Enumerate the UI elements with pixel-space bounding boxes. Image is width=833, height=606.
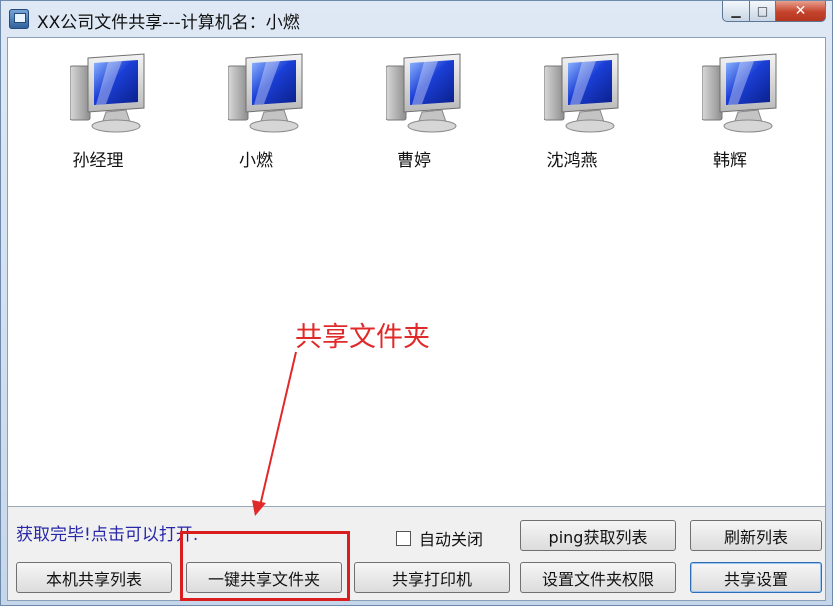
one-click-share-folder-button[interactable]: 一键共享文件夹	[186, 562, 342, 593]
app-window: XX公司文件共享---计算机名：小燃 ▁ □ ✕ 孙经理 小燃 曹婷 沈鸿燕 韩…	[0, 0, 833, 606]
close-button[interactable]: ✕	[776, 1, 826, 22]
title-bar[interactable]: XX公司文件共享---计算机名：小燃 ▁ □ ✕	[1, 1, 832, 37]
maximize-icon: □	[756, 4, 769, 18]
app-icon	[9, 9, 29, 29]
computer-item[interactable]: 曹婷	[364, 52, 464, 172]
computer-name: 孙经理	[72, 151, 124, 171]
maximize-button[interactable]: □	[750, 1, 776, 22]
auto-close-label: 自动关闭	[419, 530, 484, 549]
share-settings-button[interactable]: 共享设置	[690, 562, 822, 593]
window-controls: ▁ □ ✕	[722, 1, 826, 23]
computer-icon	[228, 53, 303, 133]
annotation-label: 共享文件夹	[295, 322, 430, 353]
share-printer-button[interactable]: 共享打印机	[354, 562, 510, 593]
computer-item[interactable]: 沈鸿燕	[522, 52, 622, 172]
computer-name: 小燃	[239, 151, 273, 171]
computer-icon	[544, 53, 619, 133]
status-text: 获取完毕!点击可以打开.	[16, 525, 199, 545]
minimize-button[interactable]: ▁	[722, 1, 750, 22]
minimize-icon: ▁	[731, 4, 741, 18]
client-area: 孙经理 小燃 曹婷 沈鸿燕 韩辉 共享文件夹 获取完毕!点击可以打开. 自动关闭…	[7, 37, 826, 601]
ping-list-button[interactable]: ping获取列表	[520, 520, 676, 551]
window-title: XX公司文件共享---计算机名：小燃	[37, 13, 300, 33]
computer-name: 曹婷	[397, 151, 431, 171]
local-share-list-button[interactable]: 本机共享列表	[16, 562, 172, 593]
refresh-list-button[interactable]: 刷新列表	[690, 520, 822, 551]
computer-icon	[702, 53, 777, 133]
checkbox-box[interactable]	[396, 530, 411, 546]
computer-name: 沈鸿燕	[546, 151, 598, 171]
auto-close-checkbox[interactable]: 自动关闭	[396, 526, 483, 550]
close-icon: ✕	[794, 3, 807, 19]
computer-item[interactable]: 韩辉	[680, 52, 780, 172]
set-folder-permissions-button[interactable]: 设置文件夹权限	[520, 562, 676, 593]
computer-list[interactable]: 孙经理 小燃 曹婷 沈鸿燕 韩辉 共享文件夹	[8, 38, 825, 507]
computer-icon	[386, 53, 461, 133]
computer-item[interactable]: 小燃	[206, 52, 306, 172]
computer-name: 韩辉	[713, 151, 747, 171]
computer-item[interactable]: 孙经理	[48, 52, 148, 172]
computer-icon	[70, 53, 145, 133]
